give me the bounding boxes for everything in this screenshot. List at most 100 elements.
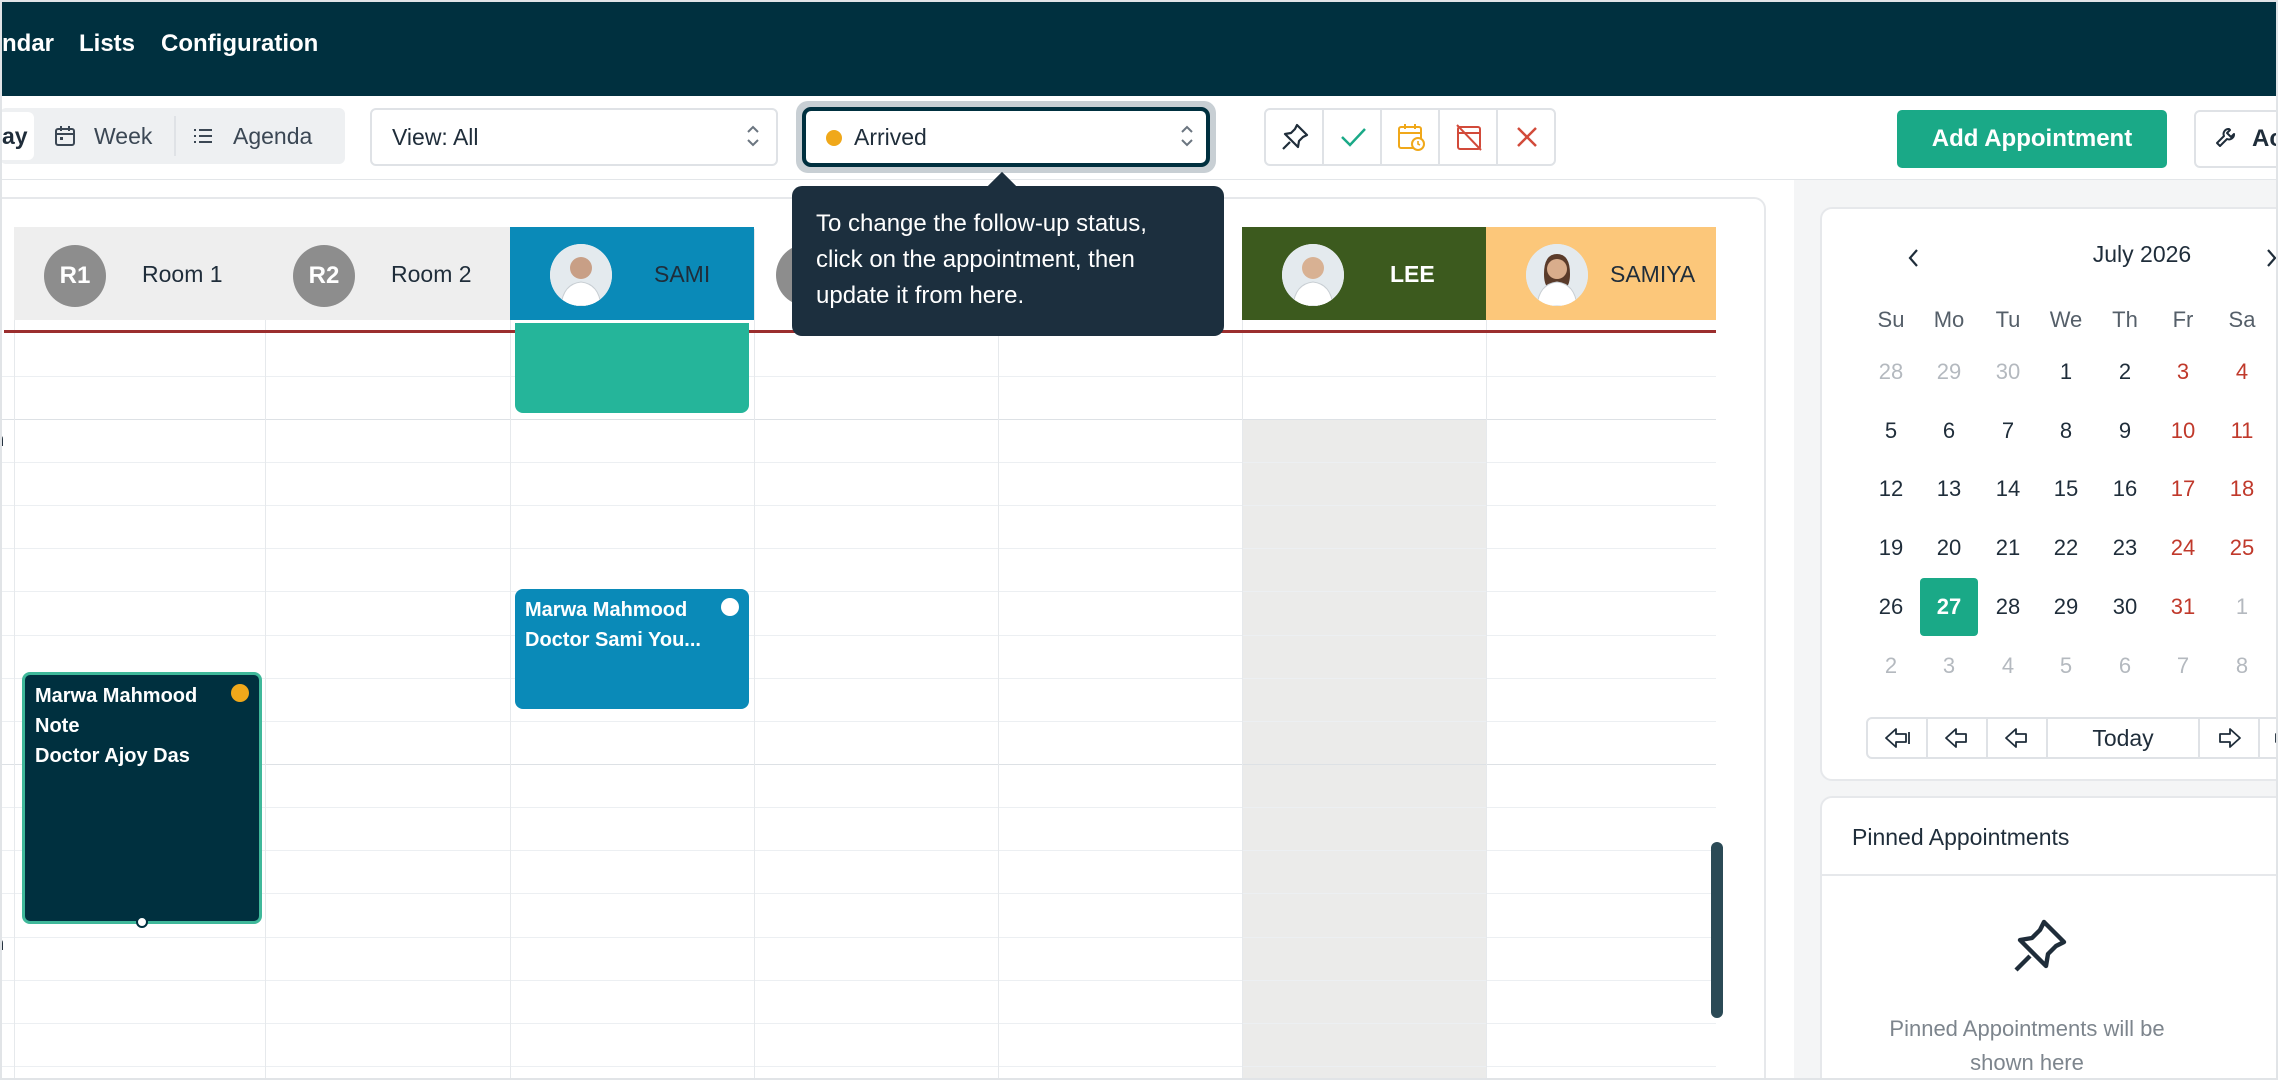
calendar-day[interactable]: 15 — [2037, 460, 2095, 518]
appointment-card-selected[interactable]: Marwa Mahmood Note Doctor Ajoy Das — [22, 672, 262, 928]
reschedule-button[interactable] — [1382, 110, 1440, 164]
next-day-button[interactable] — [2200, 719, 2260, 757]
status-dot — [721, 598, 739, 616]
calendar-day[interactable]: 28 — [1979, 578, 2037, 636]
grid-line — [0, 1023, 1716, 1024]
resource-header-room-2[interactable]: R2 Room 2 — [265, 227, 510, 320]
divider — [174, 116, 176, 156]
tooltip-text: To change the follow-up status, click on… — [816, 210, 1147, 309]
calendar-day[interactable]: 7 — [2154, 637, 2212, 695]
calendar-day[interactable]: 29 — [1920, 343, 1978, 401]
calendar-day[interactable]: 11 — [2213, 402, 2271, 460]
chevron-left-icon — [1908, 249, 1918, 267]
nav-lists[interactable]: Lists — [79, 30, 135, 58]
calendar-day[interactable]: 12 — [1862, 460, 1920, 518]
prev-month-button[interactable] — [1906, 245, 1920, 276]
cancel-button[interactable] — [1498, 110, 1556, 164]
resource-name: Room 1 — [142, 261, 223, 287]
scrollbar-thumb[interactable] — [1711, 842, 1723, 1018]
week-view-button[interactable]: Week — [94, 108, 152, 164]
next-month-button[interactable] — [2265, 245, 2278, 276]
calendar-day[interactable]: 7 — [1979, 402, 2037, 460]
day-view-button[interactable]: ay — [0, 112, 34, 160]
resource-header-sami[interactable]: SAMI — [510, 227, 754, 320]
calendar-day[interactable]: 2 — [2096, 343, 2154, 401]
resource-header-room-1[interactable]: R1 Room 1 — [14, 227, 265, 320]
pinned-title: Pinned Appointments — [1852, 824, 2070, 850]
calendar-day[interactable]: 8 — [2213, 637, 2271, 695]
calendar-day[interactable]: 30 — [2096, 578, 2154, 636]
calendar-day[interactable]: 17 — [2154, 460, 2212, 518]
resource-badge: R1 — [44, 245, 106, 307]
weekday-label: Su — [1877, 307, 1905, 332]
calendar-day[interactable]: 9 — [2096, 402, 2154, 460]
calendar-day[interactable]: 4 — [2213, 343, 2271, 401]
resource-header-lee[interactable]: LEE — [1242, 227, 1486, 320]
arrow-left-icon — [2005, 728, 2027, 748]
calendar-day[interactable]: 24 — [2154, 519, 2212, 577]
top-nav: ndar Lists Configuration — [0, 0, 2278, 96]
nav-calendar[interactable]: ndar — [2, 30, 54, 58]
arrow-left-double-bar-icon — [1885, 728, 1910, 748]
next-week-button[interactable] — [2260, 719, 2278, 757]
arrow-right-bar-icon — [2275, 733, 2278, 743]
appointment-block[interactable] — [515, 323, 749, 413]
calendar-day[interactable]: 21 — [1979, 519, 2037, 577]
weekday-label: We — [2049, 307, 2083, 332]
tools-button[interactable]: Ac — [2194, 110, 2278, 168]
arrow-left-bar-icon — [1945, 728, 1967, 748]
calendar-day[interactable]: 19 — [1862, 519, 1920, 577]
prev-month-jump-button[interactable] — [1868, 719, 1928, 757]
calendar-day[interactable]: 4 — [1979, 637, 2037, 695]
calendar-day[interactable]: 25 — [2213, 519, 2271, 577]
calendar-day[interactable]: 31 — [2154, 578, 2212, 636]
nav-configuration[interactable]: Configuration — [161, 30, 318, 58]
weekday-label: Th — [2112, 307, 2138, 332]
today-button[interactable]: Today — [2048, 719, 2200, 757]
calendar-day[interactable]: 29 — [2037, 578, 2095, 636]
prev-day-button[interactable] — [1988, 719, 2048, 757]
add-appointment-button[interactable]: Add Appointment — [1897, 110, 2167, 168]
calendar-day[interactable]: 16 — [2096, 460, 2154, 518]
grid-line — [0, 591, 1716, 592]
resource-header-samiya[interactable]: SAMIYA — [1486, 227, 1716, 320]
calendar-day[interactable]: 20 — [1920, 519, 1978, 577]
time-label: n — [0, 933, 4, 956]
calendar-day[interactable]: 18 — [2213, 460, 2271, 518]
doctor-avatar — [1282, 244, 1344, 306]
calendar-day[interactable]: 14 — [1979, 460, 2037, 518]
calendar-day[interactable]: 22 — [2037, 519, 2095, 577]
doctor-name: Doctor Ajoy Das — [35, 745, 190, 767]
calendar-day[interactable]: 10 — [2154, 402, 2212, 460]
prev-week-button[interactable] — [1928, 719, 1988, 757]
grid-line — [0, 548, 1716, 549]
calendar-day[interactable]: 3 — [2154, 343, 2212, 401]
calendar-day[interactable]: 6 — [2096, 637, 2154, 695]
calendar-day[interactable]: 27 — [1920, 577, 1978, 636]
calendar-day[interactable]: 5 — [2037, 637, 2095, 695]
status-value: Arrived — [854, 124, 927, 150]
calendar-day[interactable]: 2 — [1862, 637, 1920, 695]
resize-handle[interactable] — [136, 916, 148, 928]
appointment-note: Note — [35, 715, 80, 737]
agenda-view-button[interactable]: Agenda — [233, 108, 312, 164]
calendar-day[interactable]: 23 — [2096, 519, 2154, 577]
divider — [1822, 874, 2278, 876]
view-filter-select[interactable]: View: All — [370, 108, 778, 166]
calendar-day[interactable]: 1 — [2213, 578, 2271, 636]
pin-icon — [2014, 919, 2067, 972]
calendar-day[interactable]: 8 — [2037, 402, 2095, 460]
calendar-day[interactable]: 5 — [1862, 402, 1920, 460]
calendar-day[interactable]: 3 — [1920, 637, 1978, 695]
status-select[interactable]: Arrived — [802, 107, 1210, 167]
calendar-day[interactable]: 26 — [1862, 578, 1920, 636]
no-show-button[interactable] — [1440, 110, 1498, 164]
pin-button[interactable] — [1266, 110, 1324, 164]
calendar-day[interactable]: 13 — [1920, 460, 1978, 518]
calendar-day[interactable]: 30 — [1979, 343, 2037, 401]
calendar-day[interactable]: 1 — [2037, 343, 2095, 401]
calendar-day[interactable]: 6 — [1920, 402, 1978, 460]
appointment-card[interactable]: Marwa Mahmood Doctor Sami You... — [515, 589, 749, 709]
calendar-day[interactable]: 28 — [1862, 343, 1920, 401]
confirm-button[interactable] — [1324, 110, 1382, 164]
